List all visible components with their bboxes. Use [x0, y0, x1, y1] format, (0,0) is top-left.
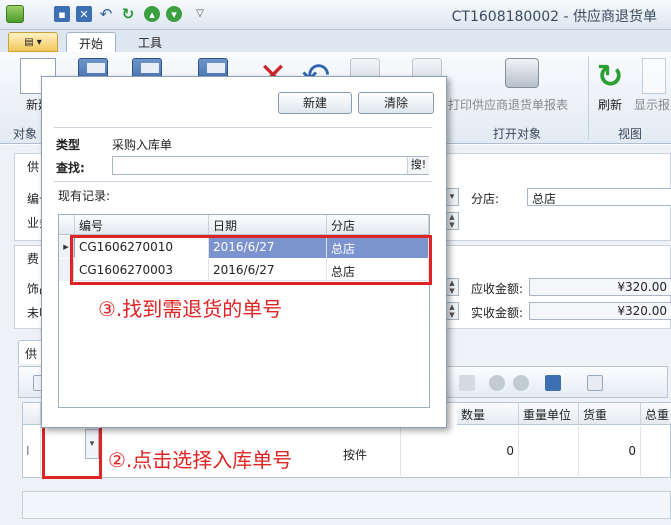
grid-header-total-weight[interactable]: 总重: [641, 403, 671, 425]
clear-button[interactable]: 清除: [358, 92, 434, 114]
annotation-step2: ②.点击选择入库单号: [108, 448, 293, 472]
save-layout-icon[interactable]: [545, 375, 561, 391]
move-up-icon[interactable]: ▴: [144, 6, 160, 22]
refresh-button-label[interactable]: 刷新: [598, 96, 622, 113]
move-down-icon[interactable]: [513, 375, 529, 391]
save-close-icon[interactable]: ✕: [76, 6, 92, 22]
ribbon-tabs: ▤ ▾ 开始 工具: [0, 30, 671, 52]
received-field[interactable]: ¥320.00: [529, 302, 671, 320]
display-report-icon[interactable]: [642, 58, 666, 94]
spinner-icon[interactable]: ▲ ▼: [445, 278, 459, 296]
group-object-label: 对象管: [12, 127, 37, 158]
group-open-object-label: 打开对象: [492, 127, 541, 141]
grid-header-code[interactable]: 编号: [75, 215, 209, 235]
print-icon[interactable]: [505, 58, 539, 88]
divider: [54, 181, 432, 182]
spinner-icon[interactable]: ▲ ▼: [445, 212, 459, 230]
search-button[interactable]: 搜!: [407, 157, 429, 174]
menu-icon: ▤: [24, 36, 34, 48]
display-report-label[interactable]: 显示报: [634, 96, 670, 113]
grid-icon[interactable]: [459, 375, 475, 391]
undo-icon[interactable]: ↶: [98, 6, 114, 22]
tab-start[interactable]: 开始: [66, 32, 117, 52]
search-icon[interactable]: [587, 375, 603, 391]
weight-unit-cell[interactable]: [519, 426, 579, 476]
chevron-down-icon: ▾: [36, 36, 42, 48]
branch-field[interactable]: 总店: [527, 188, 671, 206]
row-indicator: I: [23, 426, 41, 476]
grid-header-date[interactable]: 日期: [209, 215, 327, 235]
type-label: 类型: [56, 138, 81, 152]
ribbon-separator: [588, 56, 589, 140]
group-view-label: 视图: [617, 127, 642, 141]
move-up-icon[interactable]: [489, 375, 505, 391]
receivable-field[interactable]: ¥320.00: [529, 278, 671, 296]
search-input[interactable]: [112, 156, 429, 175]
search-label: 查找:: [56, 161, 85, 175]
save-icon[interactable]: ▪: [54, 6, 70, 22]
tab-tools[interactable]: 工具: [126, 32, 174, 52]
title-bar: ▪ ✕ ↶ ↻ ▴ ▾ ▽ CT1608180002 - 供应商退货单: [0, 0, 671, 30]
grid-header-qty[interactable]: 数量: [457, 403, 519, 425]
dropdown-arrow-icon[interactable]: ▾: [445, 188, 459, 206]
move-down-icon[interactable]: ▾: [166, 6, 182, 22]
quick-access-menu-icon[interactable]: ▽: [192, 6, 208, 22]
print-report-button-label[interactable]: 打印供应商退货单报表: [448, 96, 568, 113]
annotation-box-step2: [42, 424, 102, 479]
app-icon[interactable]: [6, 5, 24, 23]
divider: [54, 127, 432, 128]
branch-label: 分店:: [471, 192, 500, 206]
fee-tab-label[interactable]: 费: [27, 250, 39, 267]
annotation-box-step3: [70, 235, 432, 285]
grid-header-weight[interactable]: 货重: [579, 403, 641, 425]
grid-header-weight-unit[interactable]: 重量单位: [519, 403, 579, 425]
receivable-label: 应收金额:: [471, 282, 524, 296]
application-menu-button[interactable]: ▤ ▾: [8, 32, 58, 52]
existing-records-label: 现有记录:: [58, 189, 111, 203]
status-bar: [22, 491, 671, 519]
window-title: CT1608180002 - 供应商退货单: [451, 9, 657, 25]
new-button[interactable]: 新建: [278, 92, 352, 114]
grid-header-indicator: [23, 403, 41, 425]
received-label: 实收金额:: [471, 306, 524, 320]
type-value: 采购入库单: [112, 138, 173, 152]
annotation-step3: ③.找到需退货的单号: [98, 297, 283, 321]
refresh-icon[interactable]: ↻: [120, 6, 136, 22]
qty-cell[interactable]: 0: [457, 426, 519, 476]
grid-header-indicator: [59, 215, 75, 235]
supplier-tab-label[interactable]: 供: [27, 158, 39, 175]
grid-header-branch[interactable]: 分店: [327, 215, 429, 235]
record-picker-popup: 新建 清除 类型 采购入库单 查找: 搜! 现有记录: 编号 日期 分店 ▶ C…: [41, 76, 447, 428]
unit-cell[interactable]: 按件: [341, 426, 401, 476]
spinner-icon[interactable]: ▲ ▼: [445, 302, 459, 320]
refresh-icon[interactable]: ↻: [592, 58, 628, 94]
weight-cell[interactable]: 0: [579, 426, 641, 476]
